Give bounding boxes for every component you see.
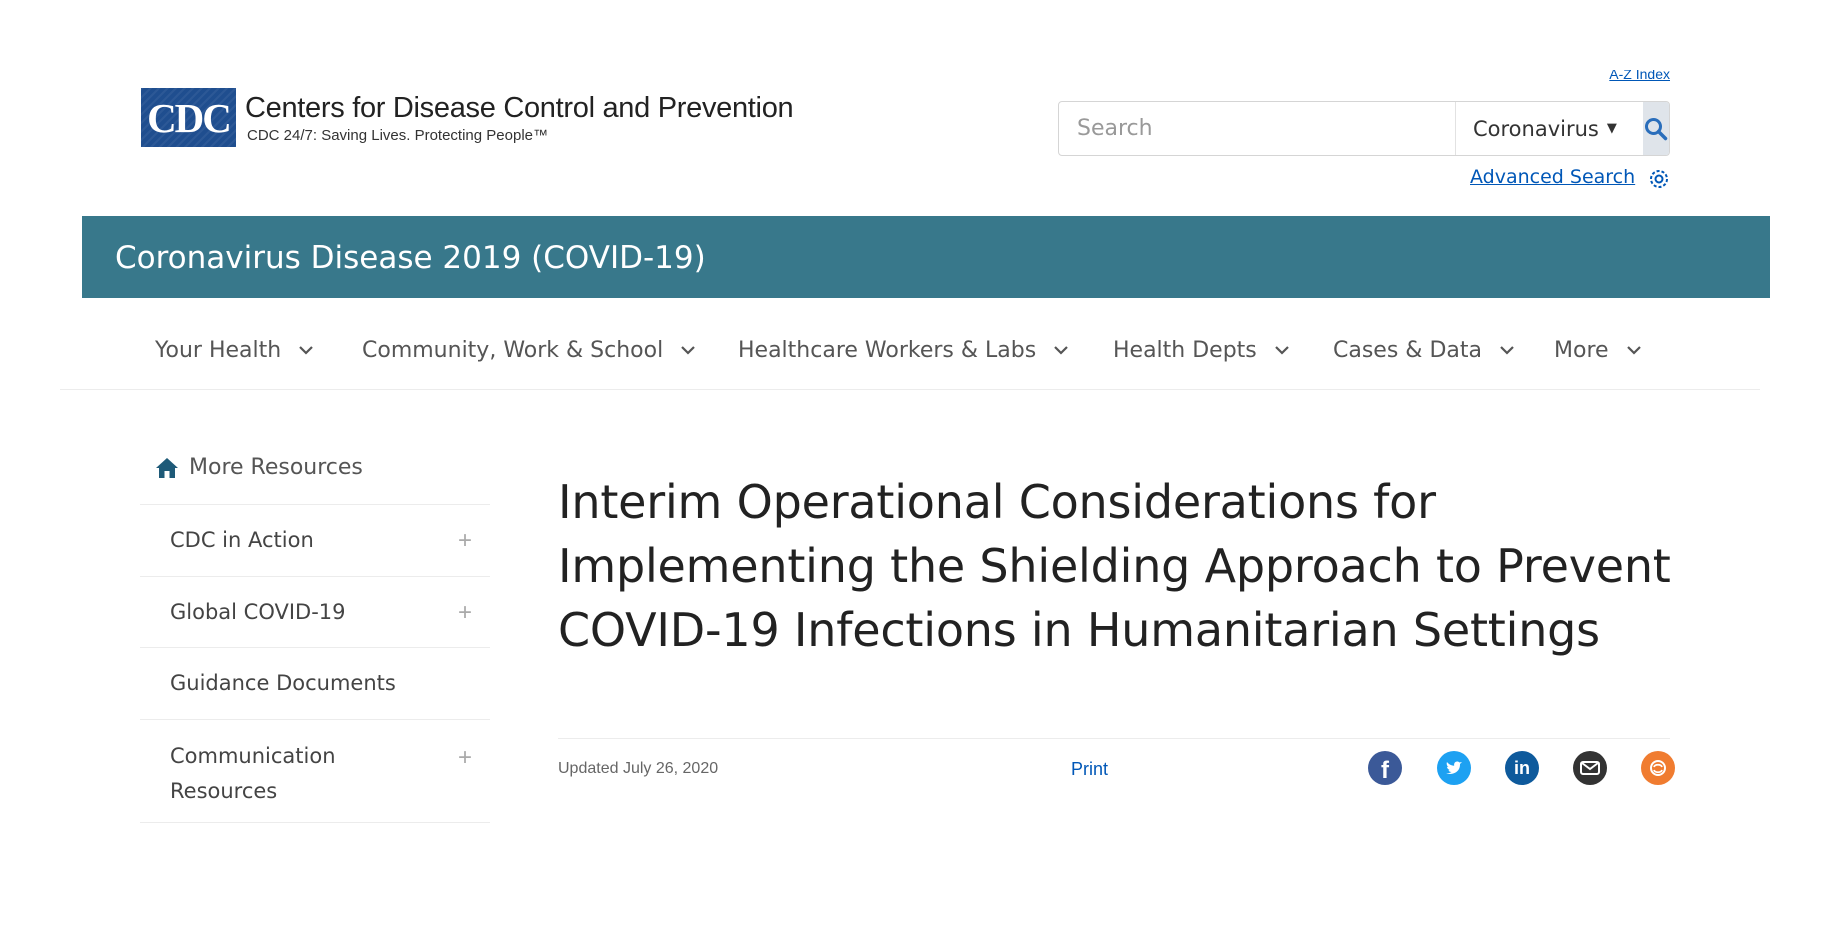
sidebar-item-label: Guidance Documents: [170, 671, 396, 695]
syndicate-glyph: [1650, 760, 1666, 776]
chevron-down-icon: [1626, 346, 1641, 355]
nav-divider: [60, 389, 1760, 390]
tagline: CDC 24/7: Saving Lives. Protecting Peopl…: [247, 127, 548, 144]
syndicate-icon[interactable]: [1641, 751, 1675, 785]
bird-glyph: [1446, 761, 1462, 774]
linkedin-icon[interactable]: in: [1505, 751, 1539, 785]
search-scope-label: Coronavirus: [1473, 116, 1599, 141]
plus-icon[interactable]: +: [458, 746, 472, 770]
chevron-down-icon: [681, 346, 695, 355]
nav-label: Community, Work & School: [362, 337, 664, 363]
nav-label: Your Health: [155, 337, 282, 363]
plus-icon[interactable]: +: [458, 529, 472, 553]
plus-icon[interactable]: +: [458, 601, 472, 625]
search-input[interactable]: [1059, 102, 1455, 155]
sidebar-item-guidance-documents[interactable]: Guidance Documents: [140, 647, 490, 719]
email-icon[interactable]: [1573, 751, 1607, 785]
az-index-link[interactable]: A-Z Index: [1582, 70, 1670, 86]
sidebar-item-label: Resources: [170, 779, 278, 803]
chevron-down-icon: [1274, 346, 1289, 355]
search-button[interactable]: [1643, 102, 1669, 155]
sidebar-item-label: Global COVID-19: [170, 600, 346, 624]
chevron-down-icon: [1500, 346, 1514, 355]
updated-date: Updated July 26, 2020: [558, 760, 719, 777]
chevron-down-icon: [299, 346, 313, 355]
search-scope-dropdown[interactable]: Coronavirus ▼: [1455, 102, 1643, 155]
search-icon: [1645, 117, 1668, 140]
caret-down-icon: ▼: [1606, 121, 1617, 136]
sidebar-item-cdc-in-action[interactable]: CDC in Action +: [140, 504, 490, 576]
more-resources-link[interactable]: More Resources: [154, 455, 363, 480]
sidebar-divider: [140, 822, 490, 823]
sidebar-item-global-covid[interactable]: Global COVID-19 +: [140, 576, 490, 647]
facebook-icon[interactable]: f: [1368, 751, 1402, 785]
sidebar-item-label: CDC in Action: [170, 528, 314, 552]
nav-label: Healthcare Workers & Labs: [738, 337, 1037, 363]
nav-item-health-depts[interactable]: Health Depts: [1113, 325, 1291, 375]
more-resources-label: More Resources: [189, 455, 363, 480]
envelope-glyph: [1580, 761, 1600, 775]
nav-item-more[interactable]: More: [1554, 325, 1643, 375]
twitter-icon[interactable]: [1437, 751, 1471, 785]
print-link[interactable]: Print: [1071, 759, 1108, 780]
sidebar-item-communication-resources[interactable]: Communication Resources +: [140, 719, 490, 822]
search-bar: Coronavirus ▼: [1058, 101, 1670, 156]
sidebar-item-label: Communication: [170, 744, 336, 768]
chevron-down-icon: [1054, 346, 1068, 355]
nav-item-community[interactable]: Community, Work & School: [362, 325, 697, 375]
nav-item-cases-data[interactable]: Cases & Data: [1333, 325, 1516, 375]
main-nav: Your Health Community, Work & School Hea…: [0, 325, 1824, 377]
gear-icon[interactable]: [1647, 167, 1671, 196]
nav-item-healthcare[interactable]: Healthcare Workers & Labs: [738, 325, 1070, 375]
banner-title[interactable]: Coronavirus Disease 2019 (COVID-19): [115, 240, 706, 276]
nav-label: Cases & Data: [1333, 337, 1482, 363]
org-name[interactable]: Centers for Disease Control and Preventi…: [245, 92, 794, 125]
title-divider: [558, 738, 1670, 739]
nav-label: More: [1554, 337, 1609, 363]
advanced-search-link[interactable]: Advanced Search: [1470, 166, 1635, 188]
page-title: Interim Operational Considerations for I…: [558, 475, 1671, 657]
nav-label: Health Depts: [1113, 337, 1257, 363]
nav-item-your-health[interactable]: Your Health: [155, 325, 315, 375]
home-icon: [156, 457, 178, 478]
logo-text: CDC: [147, 94, 232, 141]
cdc-logo[interactable]: CDC: [141, 88, 236, 147]
